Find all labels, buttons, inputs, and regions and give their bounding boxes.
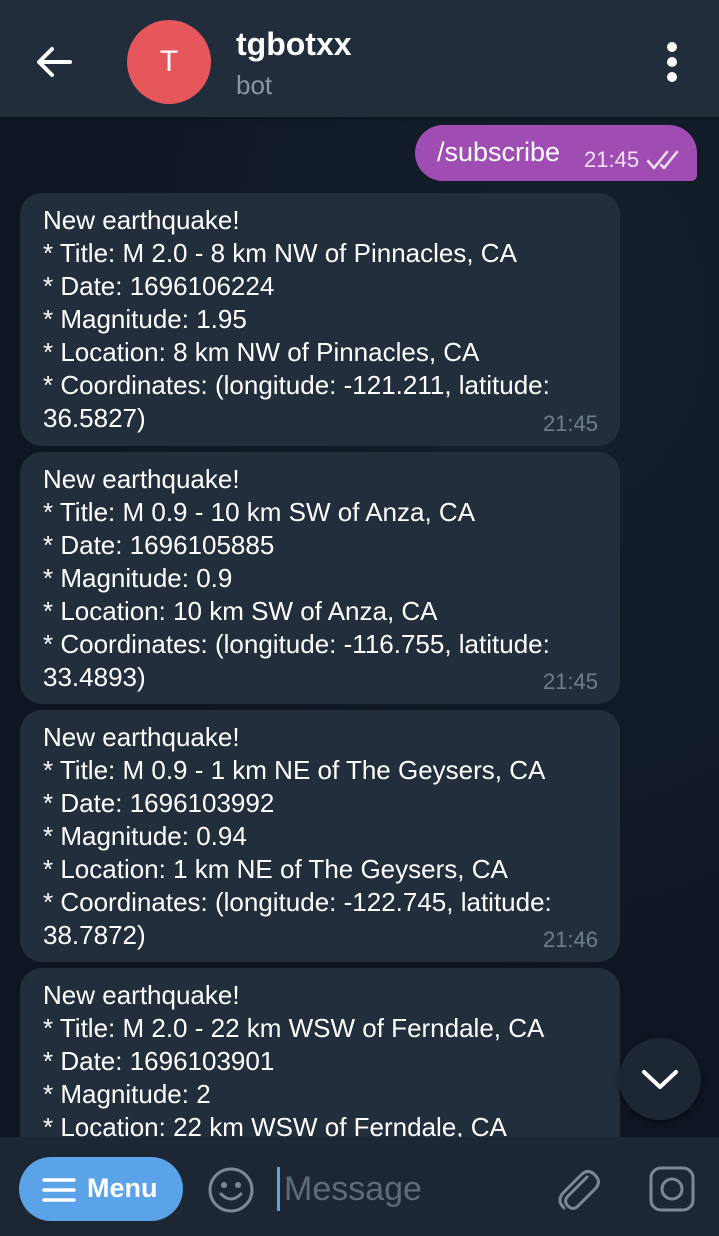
outgoing-message[interactable]: /subscribe 21:45: [415, 125, 697, 181]
incoming-message[interactable]: New earthquake! * Title: M 0.9 - 10 km S…: [20, 452, 620, 704]
emoji-button[interactable]: [206, 1165, 256, 1215]
back-button[interactable]: [30, 38, 78, 86]
message-line: * Title: M 2.0 - 22 km WSW of Ferndale, …: [43, 1013, 545, 1043]
message-line: 38.7872): [43, 920, 146, 950]
message-line: 33.4893): [43, 662, 146, 692]
message-line: * Title: M 0.9 - 10 km SW of Anza, CA: [43, 497, 476, 527]
message-line: * Date: 1696103901: [43, 1046, 275, 1076]
outgoing-message-text: /subscribe: [437, 137, 561, 167]
message-line: * Coordinates: (longitude: -122.745, lat…: [43, 887, 552, 917]
message-line: * Magnitude: 0.9: [43, 563, 233, 593]
chat-header: T tgbotxx bot: [0, 0, 719, 117]
incoming-message[interactable]: New earthquake! * Title: M 2.0 - 8 km NW…: [20, 193, 620, 446]
message-line: * Magnitude: 2: [43, 1079, 211, 1109]
message-time: 21:45: [542, 411, 598, 436]
message-line: * Magnitude: 0.94: [43, 821, 247, 851]
message-line: * Date: 1696106224: [43, 271, 275, 301]
incoming-message[interactable]: New earthquake! * Title: M 0.9 - 1 km NE…: [20, 710, 620, 962]
scroll-down-button[interactable]: [619, 1038, 701, 1120]
chat-title[interactable]: tgbotxx: [236, 26, 352, 63]
outgoing-message-time: 21:45: [584, 147, 640, 172]
message-line: * Magnitude: 1.95: [43, 304, 247, 334]
message-line: * Title: M 2.0 - 8 km NW of Pinnacles, C…: [43, 238, 517, 268]
message-line: * Location: 10 km SW of Anza, CA: [43, 596, 438, 626]
camera-button[interactable]: [646, 1163, 698, 1215]
message-time: 21:46: [542, 927, 598, 952]
avatar[interactable]: T: [127, 20, 211, 104]
message-line: New earthquake!: [43, 980, 240, 1010]
double-check-icon: [647, 150, 679, 170]
menu-button-label: Menu: [87, 1173, 158, 1203]
avatar-letter: T: [159, 45, 179, 78]
message-time: 21:45: [542, 669, 598, 694]
hamburger-icon: [42, 1178, 76, 1202]
message-line: New earthquake!: [43, 722, 240, 752]
arrow-left-icon: [37, 47, 72, 77]
message-line: * Location: 8 km NW of Pinnacles, CA: [43, 337, 480, 367]
message-input[interactable]: [277, 1167, 544, 1211]
message-line: New earthquake!: [43, 464, 240, 494]
paperclip-icon: [558, 1170, 600, 1210]
message-line: * Date: 1696103992: [43, 788, 275, 818]
camera-icon: [649, 1166, 695, 1212]
message-line: * Location: 1 km NE of The Geysers, CA: [43, 854, 508, 884]
message-line: * Coordinates: (longitude: -116.755, lat…: [43, 629, 550, 659]
incoming-message[interactable]: New earthquake! * Title: M 2.0 - 22 km W…: [20, 968, 620, 1142]
message-line: * Coordinates: (longitude: -121.211, lat…: [43, 370, 550, 400]
chat-subtitle: bot: [236, 70, 273, 100]
message-line: 36.5827): [43, 403, 146, 433]
chevron-down-icon: [642, 1070, 678, 1089]
message-line: * Title: M 0.9 - 1 km NE of The Geysers,…: [43, 755, 546, 785]
message-line: New earthquake!: [43, 205, 240, 235]
emoji-icon: [208, 1167, 254, 1213]
menu-button[interactable]: Menu: [19, 1157, 183, 1221]
more-options-button[interactable]: [650, 38, 694, 86]
message-input-bar: Menu: [0, 1137, 719, 1236]
message-line: * Date: 1696105885: [43, 530, 275, 560]
attach-button[interactable]: [553, 1163, 601, 1215]
